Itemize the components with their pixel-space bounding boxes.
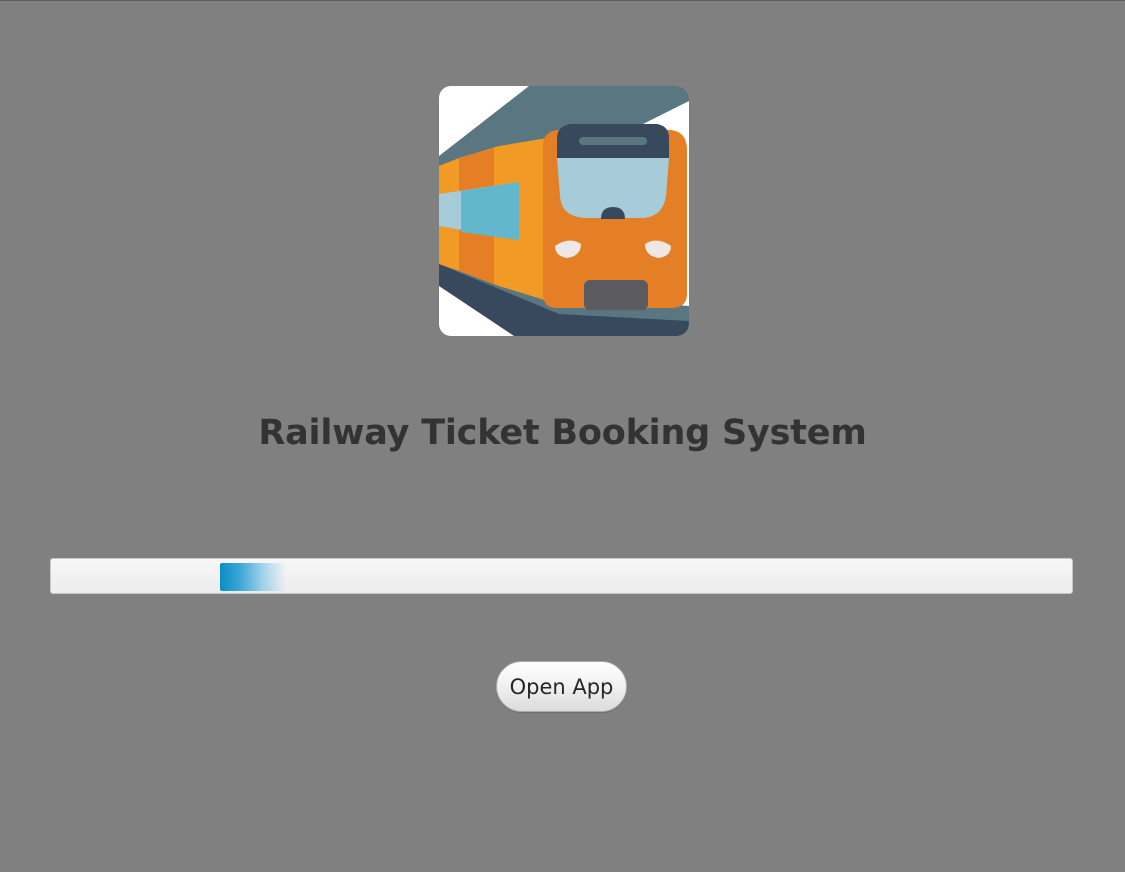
open-app-button[interactable]: Open App [496,661,627,712]
side-window-dark [461,182,519,240]
roof-light [579,137,647,145]
app-logo [439,86,689,336]
app-title: Railway Ticket Booking System [258,413,867,453]
loading-progress-bar [50,558,1073,594]
train-icon [439,86,689,336]
bumper [584,280,648,310]
window-top-border [0,0,1125,1]
progress-indicator [220,563,286,591]
